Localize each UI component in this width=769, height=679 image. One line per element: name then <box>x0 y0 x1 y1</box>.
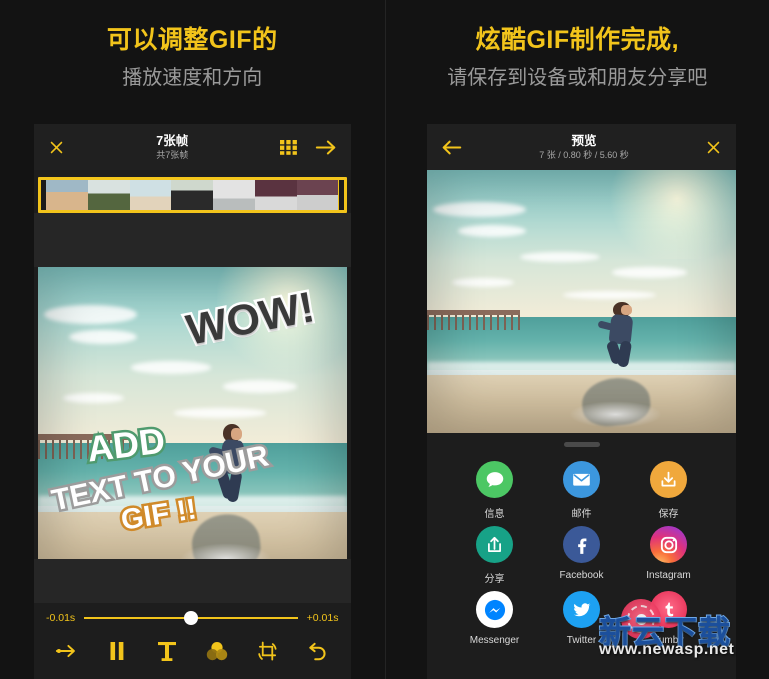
share-grid: 信息 邮件 保存 分享 Facebook Instagram Messenger… <box>427 455 736 646</box>
right-phone-screen: 预览 7 张 / 0.80 秒 / 5.60 秒 信息 邮件 保存 分享 Fac… <box>427 124 736 679</box>
photo-vignette <box>427 170 736 433</box>
direction-icon[interactable] <box>50 637 84 665</box>
share-option-messenger[interactable]: Messenger <box>451 591 538 646</box>
share-label: Messenger <box>469 635 520 646</box>
twitter-icon[interactable] <box>563 591 600 628</box>
arrow-left-icon[interactable] <box>441 139 463 156</box>
share-label: 信息 <box>484 509 505 520</box>
editor-title: 7张帧 <box>156 133 189 148</box>
sheet-handle-wrap <box>427 433 736 455</box>
share-option-message[interactable]: 信息 <box>451 461 538 520</box>
filmstrip-frame[interactable] <box>254 180 297 210</box>
filmstrip-frame[interactable] <box>87 180 130 210</box>
preview-title-block: 预览 7 张 / 0.80 秒 / 5.60 秒 <box>463 134 705 161</box>
right-subheading: 请保存到设备或和朋友分享吧 <box>447 67 708 89</box>
filmstrip-frame[interactable] <box>46 180 88 210</box>
arrow-right-icon[interactable] <box>315 139 337 156</box>
share-option-share[interactable]: 分享 <box>451 526 538 585</box>
mail-icon[interactable] <box>563 461 600 498</box>
right-promo-panel: 炫酷GIF制作完成, 请保存到设备或和朋友分享吧 预览 7 张 / 0.80 秒… <box>384 0 769 679</box>
editor-bottom-bar: -0.01s +0.01s <box>34 559 351 679</box>
preview-title: 预览 <box>571 133 597 148</box>
instagram-icon[interactable] <box>650 526 687 563</box>
left-subheading: 播放速度和方向 <box>122 67 263 89</box>
share-label: Facebook <box>559 570 604 581</box>
filmstrip-frame[interactable] <box>213 180 255 210</box>
editor-topbar: 7张帧 共7张帧 <box>34 124 351 170</box>
left-promo-panel: 可以调整GIF的 播放速度和方向 7张帧 共7张帧 WOW! ADD TEXT … <box>0 0 385 679</box>
share-label: Tumblr <box>653 635 684 646</box>
download-icon[interactable] <box>650 461 687 498</box>
share-option-instagram[interactable]: Instagram <box>625 526 712 585</box>
share-option-mail[interactable]: 邮件 <box>538 461 625 520</box>
left-heading-block: 可以调整GIF的 播放速度和方向 <box>0 0 385 90</box>
facebook-icon[interactable] <box>563 526 600 563</box>
editor-tool-row <box>34 629 351 679</box>
share-label: Twitter <box>566 635 597 646</box>
editor-subtitle: 共7张帧 <box>156 149 189 160</box>
share-option-save[interactable]: 保存 <box>625 461 712 520</box>
text-icon[interactable] <box>150 637 184 665</box>
filmstrip-frame[interactable] <box>296 180 339 210</box>
slider-min-label: -0.01s <box>46 612 76 624</box>
left-phone-screen: 7张帧 共7张帧 WOW! ADD TEXT TO YOUR GIF !! -0… <box>34 124 351 679</box>
share-icon[interactable] <box>476 526 513 563</box>
preview-subtitle: 7 张 / 0.80 秒 / 5.60 秒 <box>539 149 629 160</box>
tumblr-icon[interactable] <box>650 591 687 628</box>
right-heading-block: 炫酷GIF制作完成, 请保存到设备或和朋友分享吧 <box>386 0 769 90</box>
preview-topbar: 预览 7 张 / 0.80 秒 / 5.60 秒 <box>427 124 736 170</box>
filmstrip-frame[interactable] <box>129 180 172 210</box>
close-icon[interactable] <box>705 139 722 156</box>
share-label: 分享 <box>484 574 505 585</box>
screenshot-stage: 可以调整GIF的 播放速度和方向 7张帧 共7张帧 WOW! ADD TEXT … <box>0 0 769 679</box>
left-heading: 可以调整GIF的 <box>106 26 278 54</box>
right-heading: 炫酷GIF制作完成, <box>475 26 680 54</box>
pause-icon[interactable] <box>100 637 134 665</box>
editor-title-block: 7张帧 共7张帧 <box>65 134 280 161</box>
grid-icon[interactable] <box>279 139 297 155</box>
undo-icon[interactable] <box>300 637 334 665</box>
share-label: 邮件 <box>571 509 592 520</box>
slider-knob[interactable] <box>183 611 198 625</box>
sheet-handle[interactable] <box>563 441 600 447</box>
frame-filmstrip[interactable] <box>38 177 347 213</box>
beach-photo-preview <box>427 170 736 433</box>
filmstrip-frame[interactable] <box>171 180 214 210</box>
messenger-icon[interactable] <box>476 591 513 628</box>
filter-icon[interactable] <box>200 637 234 665</box>
share-label: 保存 <box>658 509 679 520</box>
canvas-bottom-gap <box>34 559 351 603</box>
speed-slider[interactable] <box>84 611 298 625</box>
share-option-twitter[interactable]: Twitter <box>538 591 625 646</box>
filmstrip-gap <box>34 213 351 267</box>
slider-max-label: +0.01s <box>306 612 339 624</box>
share-option-facebook[interactable]: Facebook <box>538 526 625 585</box>
share-label: Instagram <box>646 570 691 581</box>
message-icon[interactable] <box>476 461 513 498</box>
filmstrip-frames <box>46 180 339 210</box>
editor-canvas[interactable]: WOW! ADD TEXT TO YOUR GIF !! <box>38 267 347 581</box>
close-icon[interactable] <box>48 139 65 156</box>
speed-slider-row: -0.01s +0.01s <box>34 603 351 629</box>
editor-topbar-actions <box>279 139 337 156</box>
gif-preview[interactable] <box>427 170 736 433</box>
filmstrip-handle-right[interactable] <box>338 180 344 210</box>
share-option-tumblr[interactable]: Tumblr <box>625 591 712 646</box>
crop-rotate-icon[interactable] <box>250 637 284 665</box>
